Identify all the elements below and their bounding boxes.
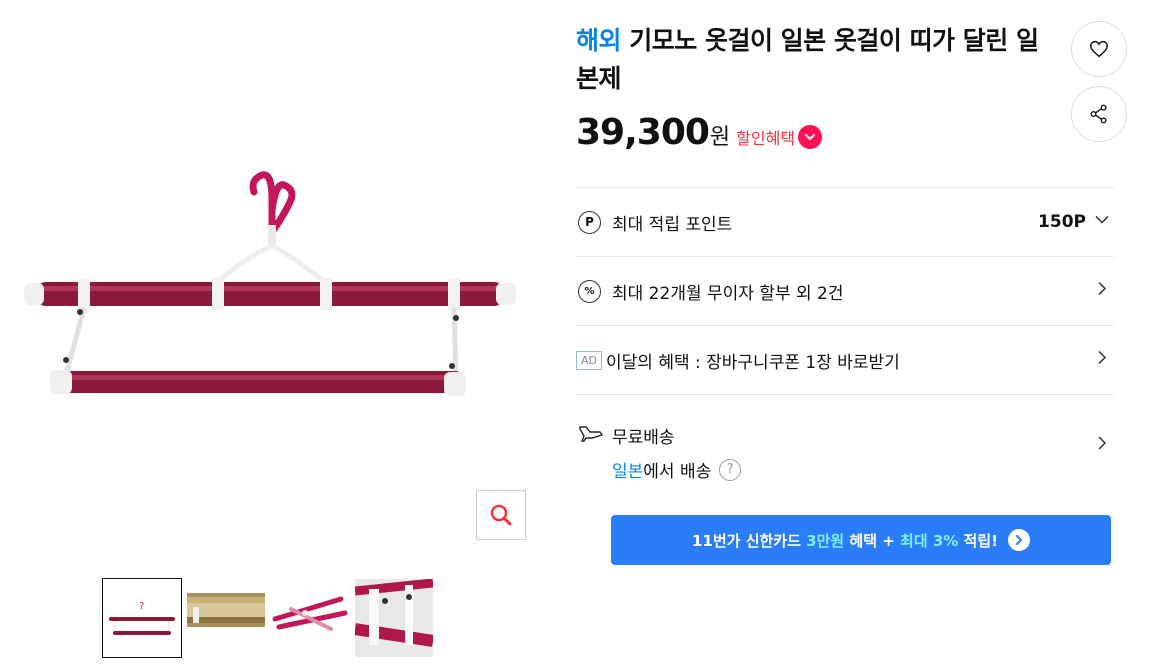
- promo-text-1: 11번가 신한카드: [692, 531, 807, 550]
- hanger-illustration: [24, 171, 516, 396]
- wishlist-button[interactable]: [1071, 21, 1127, 77]
- price-value: 39,300: [576, 112, 710, 153]
- thumbnail-2[interactable]: [186, 578, 266, 658]
- share-icon: [1090, 104, 1107, 124]
- delivery-icon: [579, 426, 604, 442]
- promo-text-4: 최대 3%: [900, 531, 959, 550]
- promo-text-2: 3만원: [806, 531, 845, 550]
- price-currency: 원: [709, 125, 731, 150]
- installment-label: 최대 22개월 무이자 할부 외 2건: [612, 283, 844, 304]
- point-icon: P: [578, 210, 601, 234]
- product-title: 해외 기모노 옷걸이 일본 옷걸이 띠가 달린 일본제: [576, 22, 1046, 98]
- ad-tag: AD: [576, 350, 602, 370]
- zoom-button[interactable]: [476, 490, 526, 540]
- product-info: 해외 기모노 옷걸이 일본 옷걸이 띠가 달린 일본제: [576, 22, 1116, 98]
- thumbnail-strip: ?: [102, 578, 434, 658]
- benefit-list: P 최대 적립 포인트 150P % 최대 22개월 무이자 할부 외 2건 A…: [576, 187, 1114, 504]
- chevron-down-icon: [798, 125, 823, 149]
- chevron-right-icon: [1094, 350, 1110, 371]
- product-title-text: 기모노 옷걸이 일본 옷걸이 띠가 달린 일본제: [576, 26, 1039, 93]
- promo-text-5: 적립!: [958, 531, 998, 550]
- thumbnail-3[interactable]: [270, 578, 350, 658]
- installment-row[interactable]: % 최대 22개월 무이자 할부 외 2건: [576, 256, 1114, 325]
- discount-benefit-button[interactable]: 할인혜택: [736, 125, 823, 149]
- chevron-right-icon: [1094, 281, 1110, 302]
- chevron-down-icon: [1094, 212, 1110, 233]
- thumbnail-mark: ?: [139, 601, 144, 612]
- points-label: 최대 적립 포인트: [612, 214, 733, 235]
- points-row[interactable]: P 최대 적립 포인트 150P: [576, 187, 1114, 256]
- thumbnail-1[interactable]: ?: [102, 578, 182, 658]
- help-icon[interactable]: ?: [719, 458, 742, 481]
- ship-origin: 일본 에서 배송 ?: [612, 457, 742, 482]
- zoom-icon: [490, 504, 512, 526]
- points-value: 150P: [1038, 212, 1086, 232]
- product-main-image[interactable]: [0, 0, 540, 560]
- ship-origin-country: 일본: [612, 462, 644, 482]
- promo-text-3: 혜택 +: [844, 531, 901, 550]
- thumbnail-4[interactable]: [354, 578, 434, 658]
- shipping-row[interactable]: 무료배송 일본 에서 배송 ?: [576, 394, 1114, 504]
- ad-benefit-row[interactable]: AD 이달의 혜택 : 장바구니쿠폰 1장 바로받기: [576, 325, 1114, 394]
- discount-label: 할인혜택: [736, 129, 796, 148]
- heart-icon: [1090, 40, 1108, 58]
- chevron-right-icon: [1094, 435, 1110, 456]
- ship-origin-suffix: 에서 배송: [643, 462, 712, 482]
- price-row: 39,300 원 할인혜택: [576, 112, 823, 153]
- ad-benefit-label: 이달의 혜택 : 장바구니쿠폰 1장 바로받기: [606, 352, 900, 373]
- shipping-label: 무료배송: [612, 428, 675, 448]
- percent-icon: %: [578, 279, 601, 303]
- card-promo-button[interactable]: 11번가 신한카드 3만원 혜택 + 최대 3% 적립!: [611, 515, 1111, 565]
- chevron-right-icon: [1007, 529, 1030, 551]
- share-button[interactable]: [1071, 86, 1127, 142]
- overseas-badge: 해외: [576, 26, 622, 55]
